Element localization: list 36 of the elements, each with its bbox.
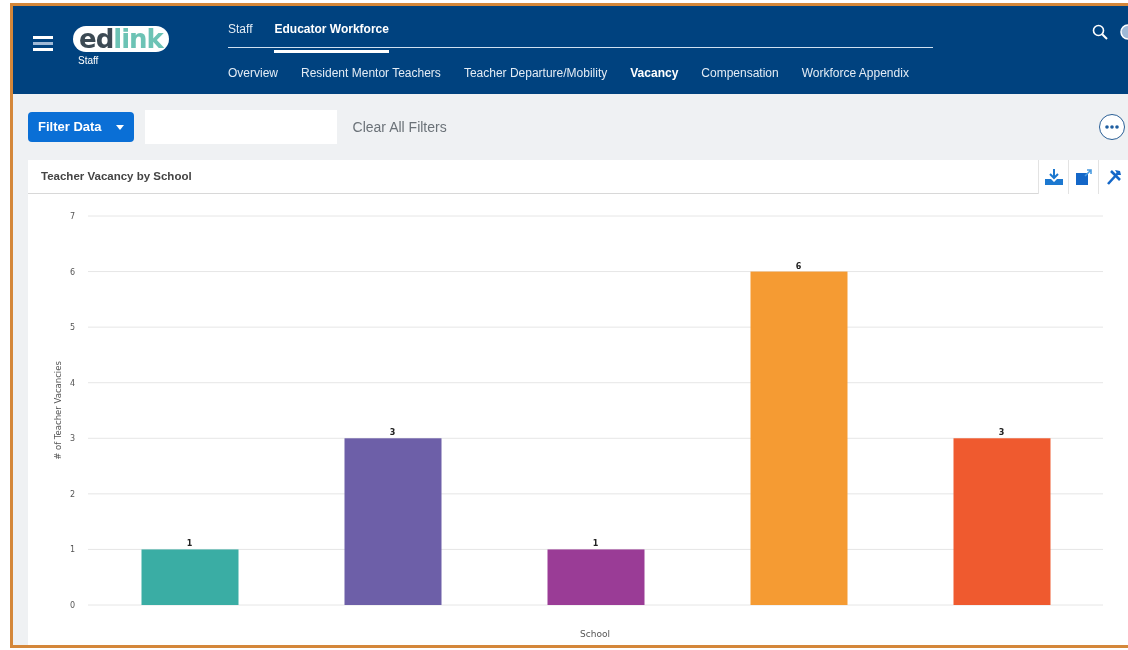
axis-tick-label: 2: [69, 489, 75, 499]
data-label: 3: [998, 428, 1005, 438]
axis-title: School: [580, 629, 610, 639]
axis-title: # of Teacher Vacancies: [53, 361, 63, 460]
data-label: 1: [592, 539, 599, 549]
nav-tab[interactable]: Resident Mentor Teachers: [301, 64, 441, 82]
axis-tick-label: 1: [69, 545, 75, 555]
filter-data-button[interactable]: Filter Data: [28, 112, 134, 142]
logo: edlink: [73, 26, 169, 52]
chart-title: Teacher Vacancy by School: [41, 168, 192, 184]
nav-tab[interactable]: Compensation: [701, 64, 779, 82]
nav-tab[interactable]: Vacancy: [630, 64, 679, 82]
caret-icon: [115, 124, 124, 130]
data-label: 6: [795, 261, 802, 271]
tools-icon[interactable]: [1098, 159, 1128, 194]
nav-tab[interactable]: Overview: [228, 64, 278, 82]
download-icon[interactable]: [1038, 159, 1068, 194]
data-label: 3: [389, 428, 396, 438]
axis-tick-label: 0: [69, 601, 75, 610]
axis-tick-label: 5: [69, 323, 75, 333]
nav-tab[interactable]: Staff: [228, 20, 253, 53]
nav-tab[interactable]: Workforce Appendix: [801, 64, 909, 82]
axis-tick-label: 3: [69, 434, 75, 444]
expand-icon[interactable]: [1068, 159, 1098, 194]
axis-tick-label: 6: [69, 267, 75, 277]
axis-tick-label: 7: [69, 212, 75, 221]
logo-caption: Staff: [78, 54, 100, 68]
more-options-icon[interactable]: [1099, 114, 1125, 140]
clear-filters-link[interactable]: Clear All Filters: [352, 116, 447, 138]
nav-tab[interactable]: Educator Workforce: [274, 20, 389, 53]
axis-tick-label: 4: [69, 378, 75, 388]
menu-icon[interactable]: [33, 36, 53, 52]
nav-tab[interactable]: Teacher Departure/Mobility: [463, 64, 608, 82]
data-label: 1: [186, 539, 193, 549]
globe-icon[interactable]: [1120, 24, 1128, 40]
search-icon[interactable]: [1092, 24, 1108, 40]
